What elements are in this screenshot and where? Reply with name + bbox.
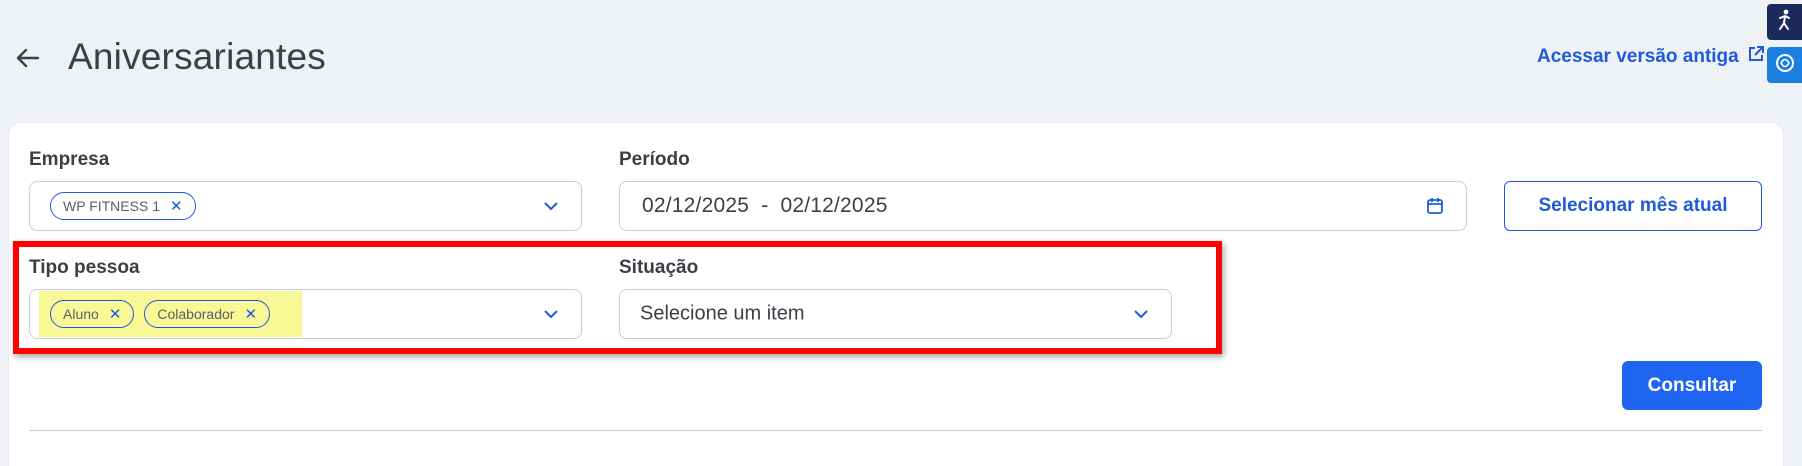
situacao-placeholder: Selecione um item xyxy=(640,302,805,325)
accessibility-tab[interactable] xyxy=(1767,4,1802,40)
remove-chip-icon[interactable]: ✕ xyxy=(109,305,122,323)
chevron-down-icon xyxy=(1134,310,1148,319)
consultar-button[interactable]: Consultar xyxy=(1622,361,1762,410)
divider xyxy=(29,430,1762,431)
chip-label: WP FITNESS 1 xyxy=(63,198,160,214)
chevron-down-icon xyxy=(544,202,558,211)
empresa-label: Empresa xyxy=(29,149,110,170)
date-separator: - xyxy=(761,194,769,217)
periodo-date-range[interactable]: 02/12/2025 - 02/12/2025 xyxy=(619,181,1467,231)
page-title: Aniversariantes xyxy=(68,36,327,77)
date-end: 02/12/2025 xyxy=(780,194,888,217)
date-range-text: 02/12/2025 - 02/12/2025 xyxy=(642,194,888,218)
chip-label: Aluno xyxy=(63,306,99,322)
remove-chip-icon[interactable]: ✕ xyxy=(244,305,257,323)
back-arrow-icon[interactable] xyxy=(14,44,42,72)
empresa-select[interactable]: WP FITNESS 1 ✕ xyxy=(29,181,582,231)
assistant-tab[interactable] xyxy=(1767,47,1802,83)
date-start: 02/12/2025 xyxy=(642,194,750,217)
calendar-icon[interactable] xyxy=(1426,197,1444,215)
chevron-down-icon xyxy=(544,310,558,319)
chip-label: Colaborador xyxy=(157,306,235,322)
tipo-pessoa-chip-colaborador: Colaborador ✕ xyxy=(144,300,271,328)
tipo-pessoa-label: Tipo pessoa xyxy=(29,257,140,278)
old-version-link[interactable]: Acessar versão antiga xyxy=(1537,45,1765,69)
external-link-icon xyxy=(1747,45,1765,69)
old-version-label: Acessar versão antiga xyxy=(1537,46,1739,67)
assistant-icon xyxy=(1774,52,1796,79)
situacao-label: Situação xyxy=(619,257,699,278)
tipo-pessoa-select[interactable]: Aluno ✕ Colaborador ✕ xyxy=(29,289,582,339)
periodo-label: Período xyxy=(619,149,690,170)
accessibility-icon xyxy=(1776,9,1794,36)
empresa-chip: WP FITNESS 1 ✕ xyxy=(50,192,196,220)
tipo-pessoa-chip-aluno: Aluno ✕ xyxy=(50,300,135,328)
situacao-select[interactable]: Selecione um item xyxy=(619,289,1172,339)
select-current-month-button[interactable]: Selecionar mês atual xyxy=(1504,181,1762,231)
remove-chip-icon[interactable]: ✕ xyxy=(170,197,183,215)
